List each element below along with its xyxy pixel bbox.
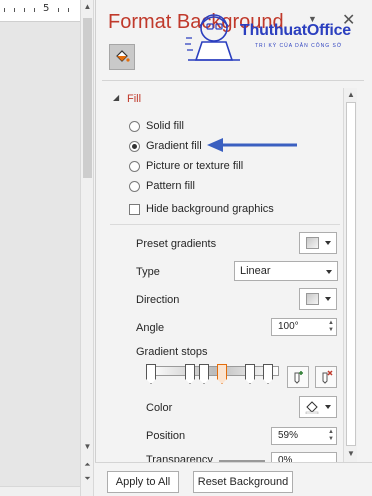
pattern-fill-label: Pattern fill: [146, 180, 195, 192]
gradient-stop[interactable]: [146, 364, 156, 384]
hide-background-graphics-label: Hide background graphics: [146, 203, 274, 215]
spinner-arrows-icon[interactable]: ▲ ▼: [328, 429, 334, 443]
logo-tagline: TRI KỲ CỦA DÂN CÔNG SỞ: [255, 43, 343, 49]
position-value: 59%: [278, 430, 299, 441]
direction-label: Direction: [136, 294, 180, 306]
position-spinner[interactable]: 59% ▲ ▼: [271, 427, 337, 445]
gradient-stops-label: Gradient stops: [136, 346, 208, 358]
gradient-fill-label: Gradient fill: [146, 140, 202, 152]
next-slide-icon[interactable]: ⏷: [83, 474, 92, 484]
solid-fill-label: Solid fill: [146, 120, 184, 132]
ruler-tick: [34, 8, 35, 12]
preset-gradients-label: Preset gradients: [136, 238, 217, 250]
radio-button[interactable]: [129, 180, 140, 192]
transparency-label: Transparency: [146, 454, 213, 462]
angle-spinner[interactable]: 100° ▲ ▼: [271, 318, 337, 336]
type-select-value: Linear: [240, 265, 271, 277]
scroll-thumb[interactable]: [346, 102, 356, 446]
radio-button-selected[interactable]: [129, 140, 140, 152]
horizontal-scrollbar[interactable]: [0, 486, 80, 496]
hide-background-graphics-checkbox[interactable]: Hide background graphics: [129, 203, 274, 215]
add-gradient-stop-icon[interactable]: [287, 366, 309, 388]
pane-vertical-scrollbar[interactable]: ▲ ▼: [343, 88, 357, 462]
paint-bucket-icon[interactable]: [109, 44, 135, 70]
gradient-direction-icon: [305, 293, 319, 305]
gradient-stop[interactable]: [245, 364, 255, 384]
pane-footer: Apply to All Reset Background: [95, 462, 372, 496]
divider: [102, 80, 364, 81]
direction-button[interactable]: [299, 288, 337, 310]
horizontal-ruler: 5: [0, 0, 80, 22]
type-select[interactable]: Linear: [234, 261, 338, 281]
chevron-down-icon: [325, 405, 331, 409]
fill-section-heading[interactable]: Fill: [127, 93, 141, 105]
gradient-stop[interactable]: [263, 364, 273, 384]
ruler-number: 5: [43, 3, 50, 14]
ruler-tick: [68, 8, 69, 12]
picture-texture-fill-radio[interactable]: Picture or texture fill: [129, 160, 243, 172]
gradient-stops-slider[interactable]: [149, 366, 279, 376]
scroll-up-icon[interactable]: ▲: [346, 89, 356, 101]
transparency-spinner[interactable]: 0%: [271, 452, 337, 462]
annotation-arrow-icon: [207, 138, 297, 152]
position-label: Position: [146, 430, 186, 442]
checkbox[interactable]: [129, 203, 140, 215]
ruler-tick: [14, 8, 15, 12]
scroll-down-icon[interactable]: ▼: [83, 442, 92, 452]
slide-vertical-scrollbar[interactable]: ▲ ▼ ⏶ ⏷: [80, 0, 94, 496]
chevron-down-icon: [324, 297, 331, 301]
type-label: Type: [136, 266, 160, 278]
transparency-value: 0%: [278, 455, 293, 462]
scroll-down-icon[interactable]: ▼: [346, 448, 356, 460]
ruler-tick: [24, 8, 25, 12]
gradient-fill-radio[interactable]: Gradient fill: [129, 140, 202, 152]
ruler-tick: [4, 8, 5, 12]
remove-gradient-stop-icon[interactable]: [315, 366, 337, 388]
collapse-triangle-icon[interactable]: ◢: [113, 93, 119, 102]
slide-canvas-area: 5: [0, 0, 80, 496]
angle-label: Angle: [136, 322, 165, 334]
divider: [110, 224, 340, 225]
gradient-stop[interactable]: [199, 364, 209, 384]
scroll-thumb[interactable]: [83, 18, 92, 178]
spinner-arrows-icon[interactable]: ▲ ▼: [328, 320, 334, 334]
solid-fill-radio[interactable]: Solid fill: [129, 120, 184, 132]
gradient-stop[interactable]: [185, 364, 195, 384]
scroll-up-icon[interactable]: ▲: [83, 2, 92, 12]
apply-to-all-button[interactable]: Apply to All: [107, 471, 179, 493]
logo-brand-text: ThuthuatOffice: [240, 22, 351, 39]
pattern-fill-radio[interactable]: Pattern fill: [129, 180, 195, 192]
chevron-down-icon: [324, 241, 331, 245]
reset-background-button[interactable]: Reset Background: [193, 471, 293, 493]
gradient-stop-selected[interactable]: [217, 364, 227, 384]
radio-button[interactable]: [129, 120, 140, 132]
radio-button[interactable]: [129, 160, 140, 172]
ruler-tick: [58, 8, 59, 12]
chevron-down-icon: [326, 270, 332, 274]
previous-slide-icon[interactable]: ⏶: [83, 460, 92, 470]
color-label: Color: [146, 402, 173, 414]
gradient-swatch-icon: [305, 237, 319, 249]
picture-texture-fill-label: Picture or texture fill: [146, 160, 244, 172]
color-picker-button[interactable]: [299, 396, 337, 418]
preset-gradients-button[interactable]: [299, 232, 337, 254]
paint-bucket-icon: [305, 401, 319, 414]
angle-value: 100°: [278, 321, 299, 332]
fill-section: ◢ Fill Solid fill Gradient fill Picture …: [105, 88, 342, 462]
